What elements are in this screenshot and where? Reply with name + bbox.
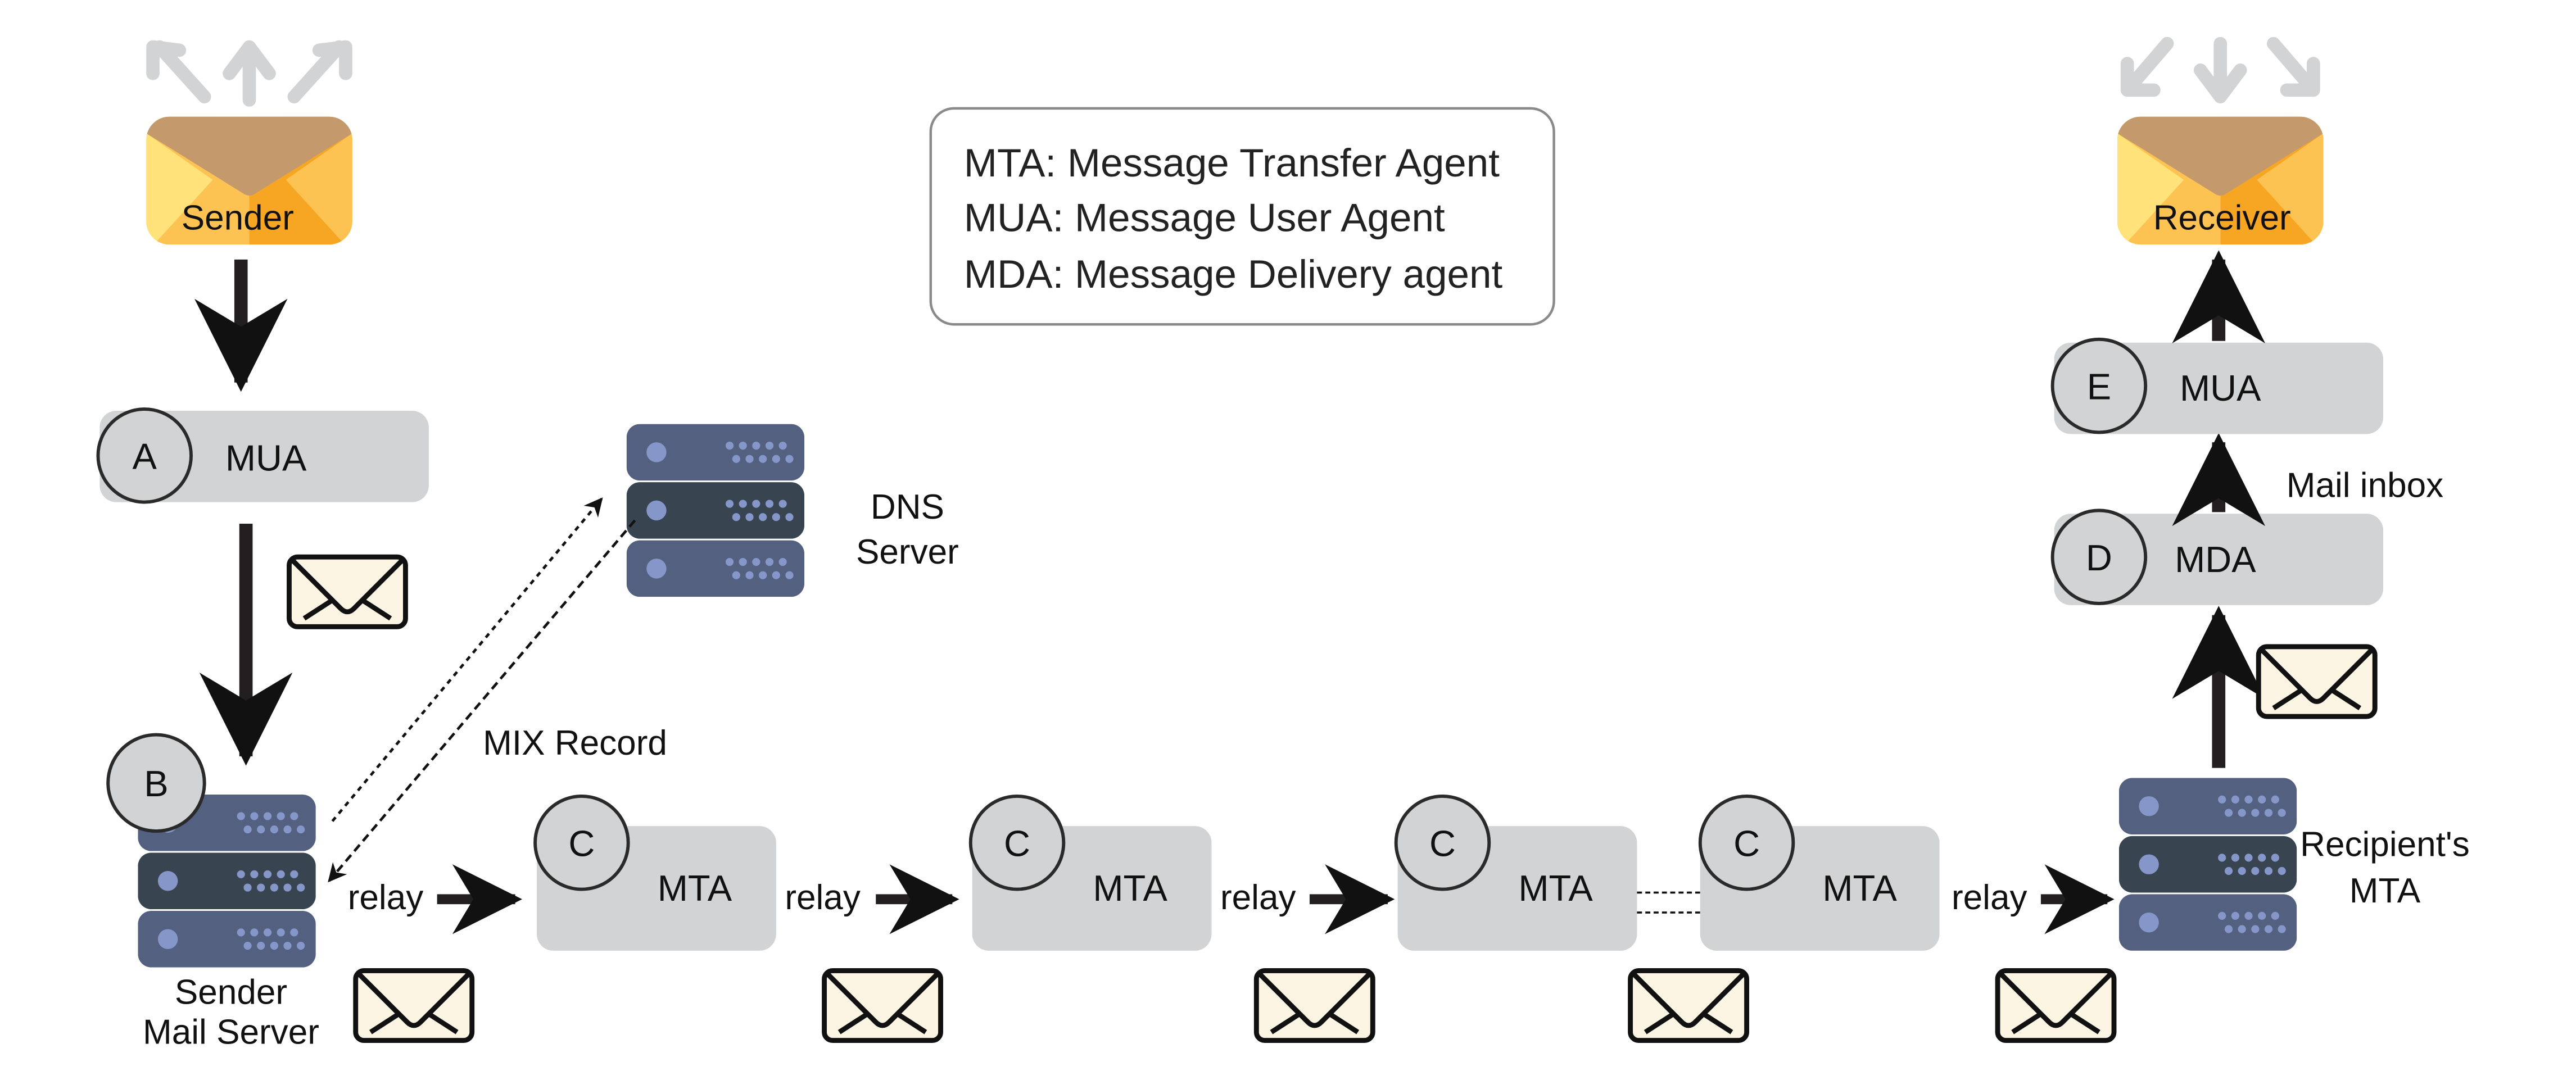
relay-2: relay bbox=[785, 864, 959, 934]
dns-label-1: DNS bbox=[871, 488, 944, 527]
receiver-label: Receiver bbox=[2153, 199, 2291, 238]
letter-icon bbox=[289, 557, 405, 627]
dns-server-node: DNS Server bbox=[627, 424, 959, 597]
relay-1: relay bbox=[348, 864, 523, 934]
sender-label: Sender bbox=[182, 199, 294, 238]
relay-label: relay bbox=[785, 878, 861, 917]
fanout-arrows-icon bbox=[153, 47, 346, 100]
node-letter: A bbox=[133, 435, 157, 477]
legend-box: MTA: Message Transfer Agent MUA: Message… bbox=[929, 107, 1555, 326]
node-letter: D bbox=[2086, 537, 2112, 578]
letter-icon bbox=[1631, 970, 1747, 1040]
node-c-mta-2: C MTA bbox=[968, 794, 1212, 951]
email-flow-diagram: MTA: Message Transfer Agent MUA: Message… bbox=[96, 0, 2470, 1052]
receiver-node: Receiver bbox=[2117, 117, 2324, 253]
node-e-mua: E MUA bbox=[2050, 337, 2384, 434]
letter-icon bbox=[1998, 970, 2114, 1040]
relay-label: relay bbox=[1220, 878, 1296, 917]
letter-icon bbox=[1256, 970, 1373, 1040]
sender-node: Sender bbox=[146, 117, 352, 253]
letter-icon bbox=[825, 970, 941, 1040]
server-icon bbox=[2119, 778, 2297, 951]
node-d-mda: D MDA bbox=[2050, 509, 2384, 605]
fanin-arrows-icon bbox=[2127, 44, 2314, 97]
recipient-label-1: Recipient's bbox=[2300, 825, 2470, 864]
node-letter: C bbox=[1733, 823, 1760, 864]
letter-icon bbox=[356, 970, 472, 1040]
node-a-mua: A MUA bbox=[96, 407, 429, 504]
node-letter: C bbox=[568, 823, 595, 864]
sender-mail-server-label-1: Sender bbox=[175, 973, 287, 1012]
node-b-sender-mail-server: B Sender Mail Server bbox=[106, 733, 319, 1052]
mix-record-label: MIX Record bbox=[483, 724, 667, 763]
node-label: MDA bbox=[2175, 539, 2256, 580]
node-letter: C bbox=[1004, 823, 1030, 864]
node-letter: E bbox=[2087, 366, 2111, 407]
node-c-mta-1: C MTA bbox=[533, 794, 776, 951]
legend-mda: MDA: Message Delivery agent bbox=[964, 252, 1503, 297]
node-c-mta-3: C MTA bbox=[1394, 794, 1637, 951]
relay-label: relay bbox=[1952, 878, 2027, 917]
letter-icon bbox=[2258, 647, 2375, 716]
dns-query-arrow bbox=[331, 497, 603, 822]
relay-4: relay bbox=[1952, 864, 2115, 934]
node-label: MUA bbox=[225, 437, 307, 478]
node-letter: C bbox=[1429, 823, 1456, 864]
relay-label: relay bbox=[348, 878, 424, 917]
node-label: MUA bbox=[2180, 367, 2261, 409]
mail-inbox-label: Mail inbox bbox=[2287, 466, 2443, 505]
node-label: MTA bbox=[1518, 868, 1593, 909]
node-letter: B bbox=[144, 763, 168, 804]
sender-mail-server-label-2: Mail Server bbox=[143, 1013, 319, 1052]
dns-label-2: Server bbox=[856, 533, 959, 571]
legend-mta: MTA: Message Transfer Agent bbox=[964, 141, 1500, 185]
node-label: MTA bbox=[1822, 868, 1897, 909]
node-c-mta-4: C MTA bbox=[1698, 794, 1940, 951]
mta-chain-connector bbox=[1637, 891, 1700, 914]
recipient-mta-node: Recipient's MTA bbox=[2119, 778, 2470, 951]
server-icon bbox=[627, 424, 804, 597]
recipient-label-2: MTA bbox=[2349, 872, 2421, 910]
legend-mua: MUA: Message User Agent bbox=[964, 196, 1445, 241]
relay-3: relay bbox=[1220, 864, 1395, 934]
node-label: MTA bbox=[658, 868, 732, 909]
node-label: MTA bbox=[1093, 868, 1167, 909]
